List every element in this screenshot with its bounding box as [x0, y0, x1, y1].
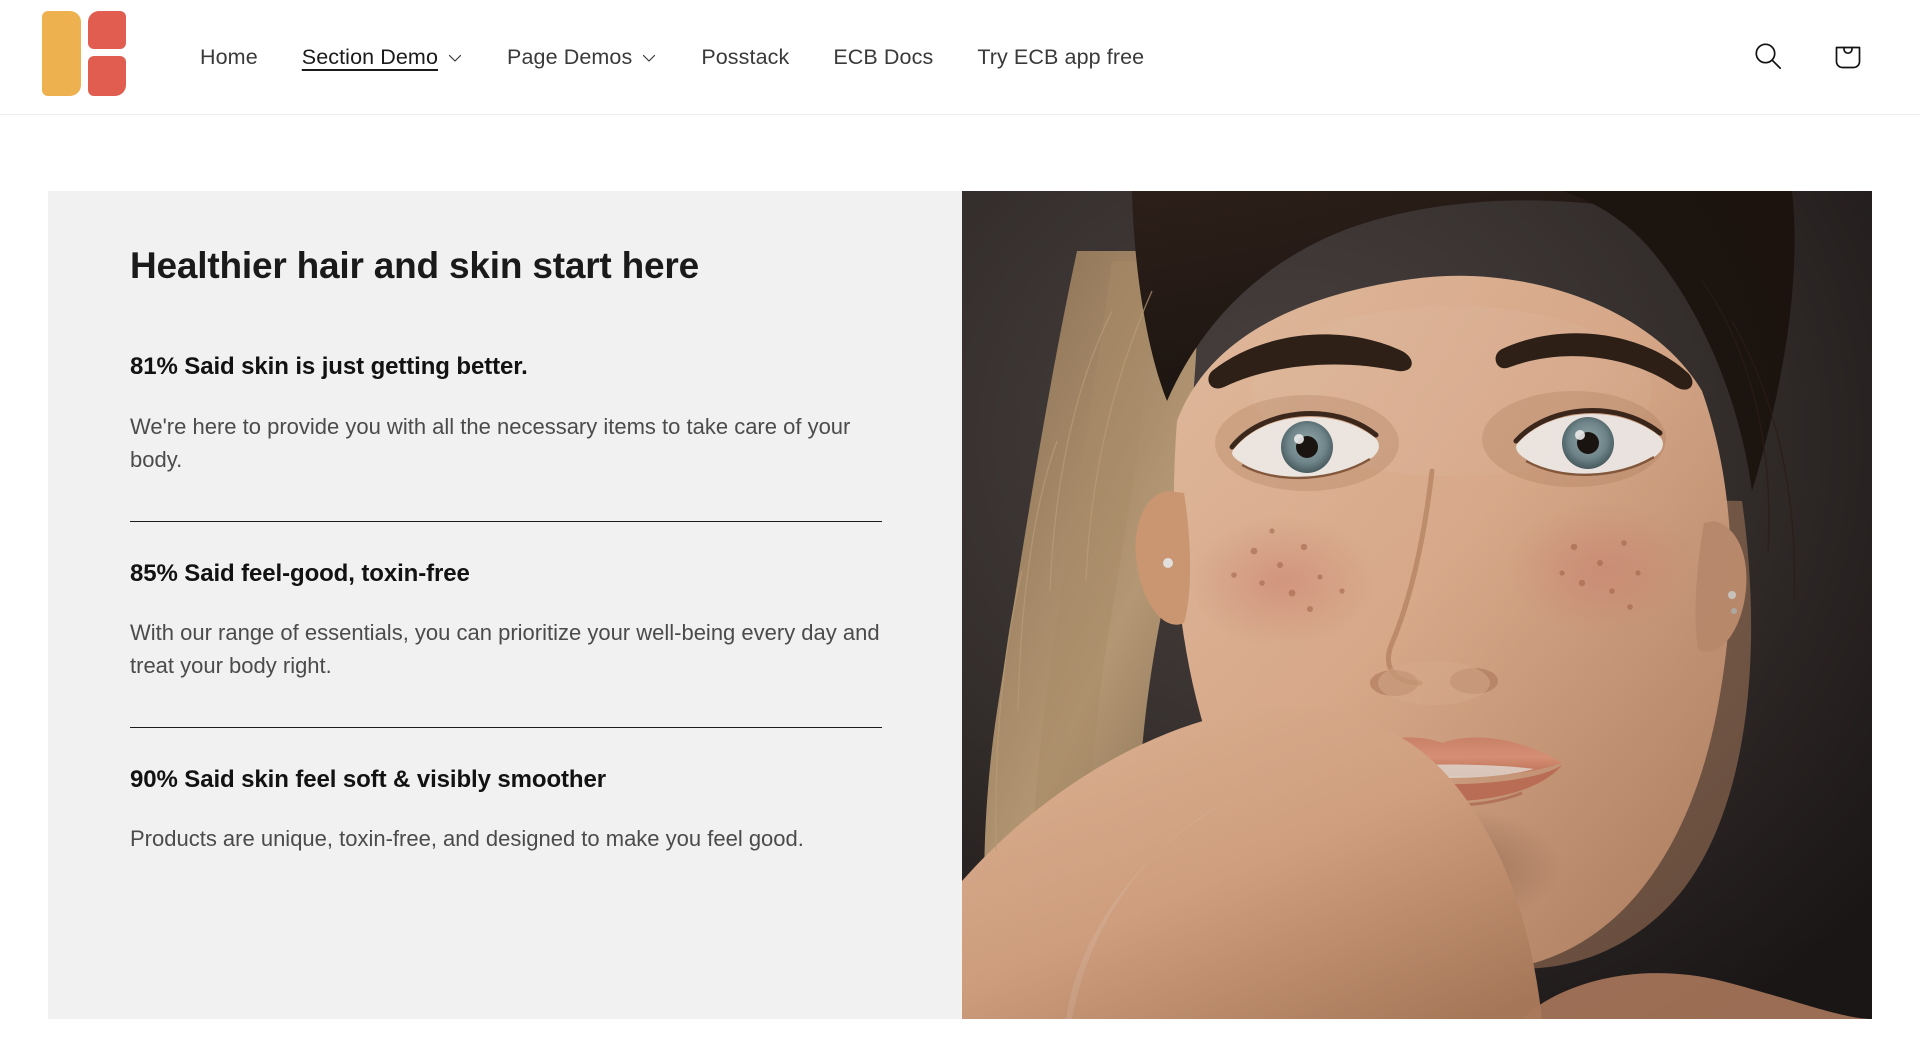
- stats-text-pane: Healthier hair and skin start here 81% S…: [48, 191, 962, 1019]
- stats-image-section: Healthier hair and skin start here 81% S…: [48, 191, 1872, 1019]
- stat-block-2: 85% Said feel-good, toxin-free With our …: [130, 558, 882, 689]
- stat-body-3: Products are unique, toxin-free, and des…: [130, 826, 804, 852]
- search-button[interactable]: [1742, 31, 1794, 83]
- stat-heading-3: 90% Said skin feel soft & visibly smooth…: [130, 765, 606, 793]
- search-icon: [1751, 39, 1785, 76]
- chevron-down-icon: [447, 50, 463, 66]
- portrait-illustration: [962, 191, 1872, 1019]
- shopping-bag-icon: [1831, 39, 1865, 76]
- stat-body-2: With our range of essentials, you can pr…: [130, 619, 880, 679]
- nav-label-try-ecb-app-free: Try ECB app free: [977, 44, 1145, 69]
- stat-divider-1: [130, 520, 882, 522]
- section-image: [962, 191, 1872, 1019]
- stat-heading-2: 85% Said feel-good, toxin-free: [130, 559, 470, 587]
- logo-icon: [42, 11, 126, 103]
- logo-block-top-left: [88, 11, 126, 49]
- header-actions: [1742, 31, 1874, 83]
- chevron-down-icon: [641, 50, 657, 66]
- logo-block-right-tall: [42, 11, 81, 96]
- stat-body-1: We're here to provide you with all the n…: [130, 413, 851, 473]
- site-logo[interactable]: [42, 11, 126, 103]
- page-title: Healthier hair and skin start here: [130, 245, 699, 286]
- nav-label-section-demo: Section Demo: [301, 44, 439, 69]
- cart-button[interactable]: [1822, 31, 1874, 83]
- nav-label-ecb-docs: ECB Docs: [833, 44, 934, 69]
- nav-label-home: Home: [200, 44, 258, 69]
- main-content: Healthier hair and skin start here 81% S…: [0, 115, 1920, 1019]
- nav-item-ecb-docs[interactable]: ECB Docs: [811, 35, 955, 80]
- stat-heading-1: 81% Said skin is just getting better.: [130, 353, 528, 381]
- nav-item-posstack[interactable]: Posstack: [679, 35, 811, 80]
- site-header: Home Section Demo Page Demos Posstack EC…: [0, 0, 1920, 115]
- nav-item-home[interactable]: Home: [178, 35, 280, 80]
- nav-label-posstack: Posstack: [701, 44, 790, 69]
- logo-block-bottom-right: [88, 55, 126, 96]
- nav-item-try-ecb-app-free[interactable]: Try ECB app free: [955, 35, 1166, 80]
- stat-block-1: 81% Said skin is just getting better. We…: [130, 351, 882, 482]
- nav-item-page-demos[interactable]: Page Demos: [485, 35, 679, 80]
- nav-label-page-demos: Page Demos: [507, 44, 633, 69]
- stat-block-3: 90% Said skin feel soft & visibly smooth…: [130, 764, 882, 862]
- stat-divider-2: [130, 726, 882, 728]
- main-navigation: Home Section Demo Page Demos Posstack EC…: [178, 35, 1742, 80]
- nav-item-section-demo[interactable]: Section Demo: [280, 35, 485, 80]
